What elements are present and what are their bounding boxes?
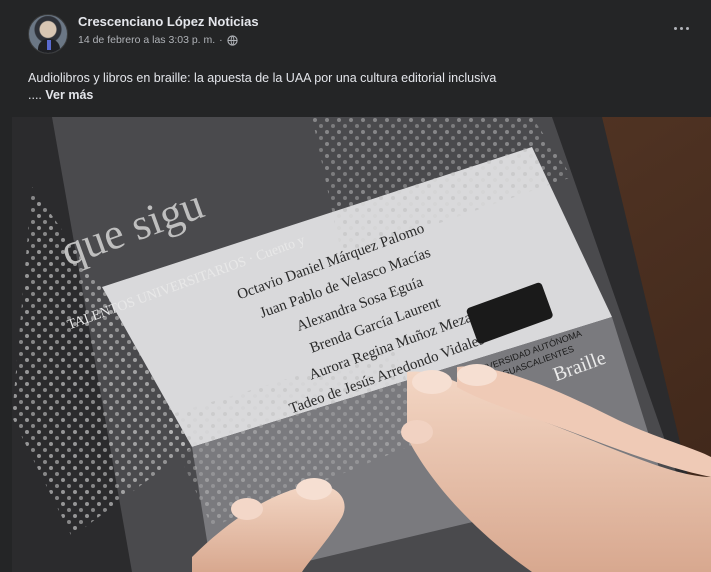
more-horizontal-icon (673, 26, 677, 30)
post-meta: 14 de febrero a las 3:03 p. m. · (78, 34, 238, 46)
author-name[interactable]: Crescenciano López Noticias (78, 14, 259, 29)
post-photo[interactable]: que sigu TALENTOS UNIVERSITARIOS · Cuent… (12, 117, 711, 572)
meta-separator: · (219, 34, 223, 46)
see-more-link[interactable]: Ver más (45, 88, 93, 102)
caption-ellipsis: .... (28, 88, 42, 102)
facebook-post: Crescenciano López Noticias 14 de febrer… (0, 0, 711, 572)
post-header: Crescenciano López Noticias 14 de febrer… (0, 0, 711, 64)
more-options-button[interactable] (669, 18, 693, 38)
globe-icon (227, 34, 238, 46)
author-avatar[interactable] (28, 14, 68, 54)
post-date[interactable]: 14 de febrero a las 3:03 p. m. (78, 34, 215, 46)
braille-book-photo: que sigu TALENTOS UNIVERSITARIOS · Cuent… (12, 117, 711, 572)
post-caption: Audiolibros y libros en braille: la apue… (28, 71, 497, 85)
post-text: Audiolibros y libros en braille: la apue… (28, 70, 688, 104)
